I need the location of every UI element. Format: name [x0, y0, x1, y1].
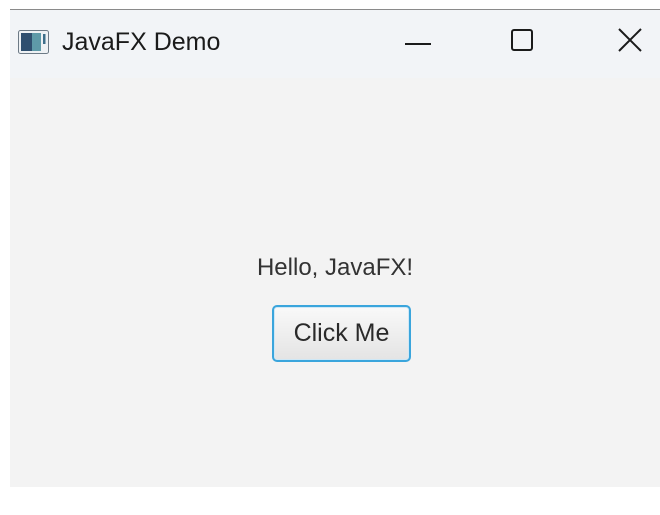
greeting-label: Hello, JavaFX! [256, 254, 414, 281]
maximize-icon [511, 28, 533, 56]
minimize-icon [405, 33, 431, 51]
content-pane: Hello, JavaFX! Click Me [10, 78, 660, 487]
minimize-button[interactable] [388, 10, 448, 74]
maximize-button[interactable] [492, 10, 552, 74]
javafx-app-icon [18, 30, 49, 54]
title-bar[interactable]: JavaFX Demo [10, 10, 660, 78]
window-title: JavaFX Demo [62, 28, 221, 56]
app-window: JavaFX Demo Hello, JavaFX! Click Me [10, 9, 660, 487]
click-me-button[interactable]: Click Me [272, 305, 411, 362]
close-button[interactable] [600, 10, 660, 74]
close-icon [618, 27, 642, 57]
